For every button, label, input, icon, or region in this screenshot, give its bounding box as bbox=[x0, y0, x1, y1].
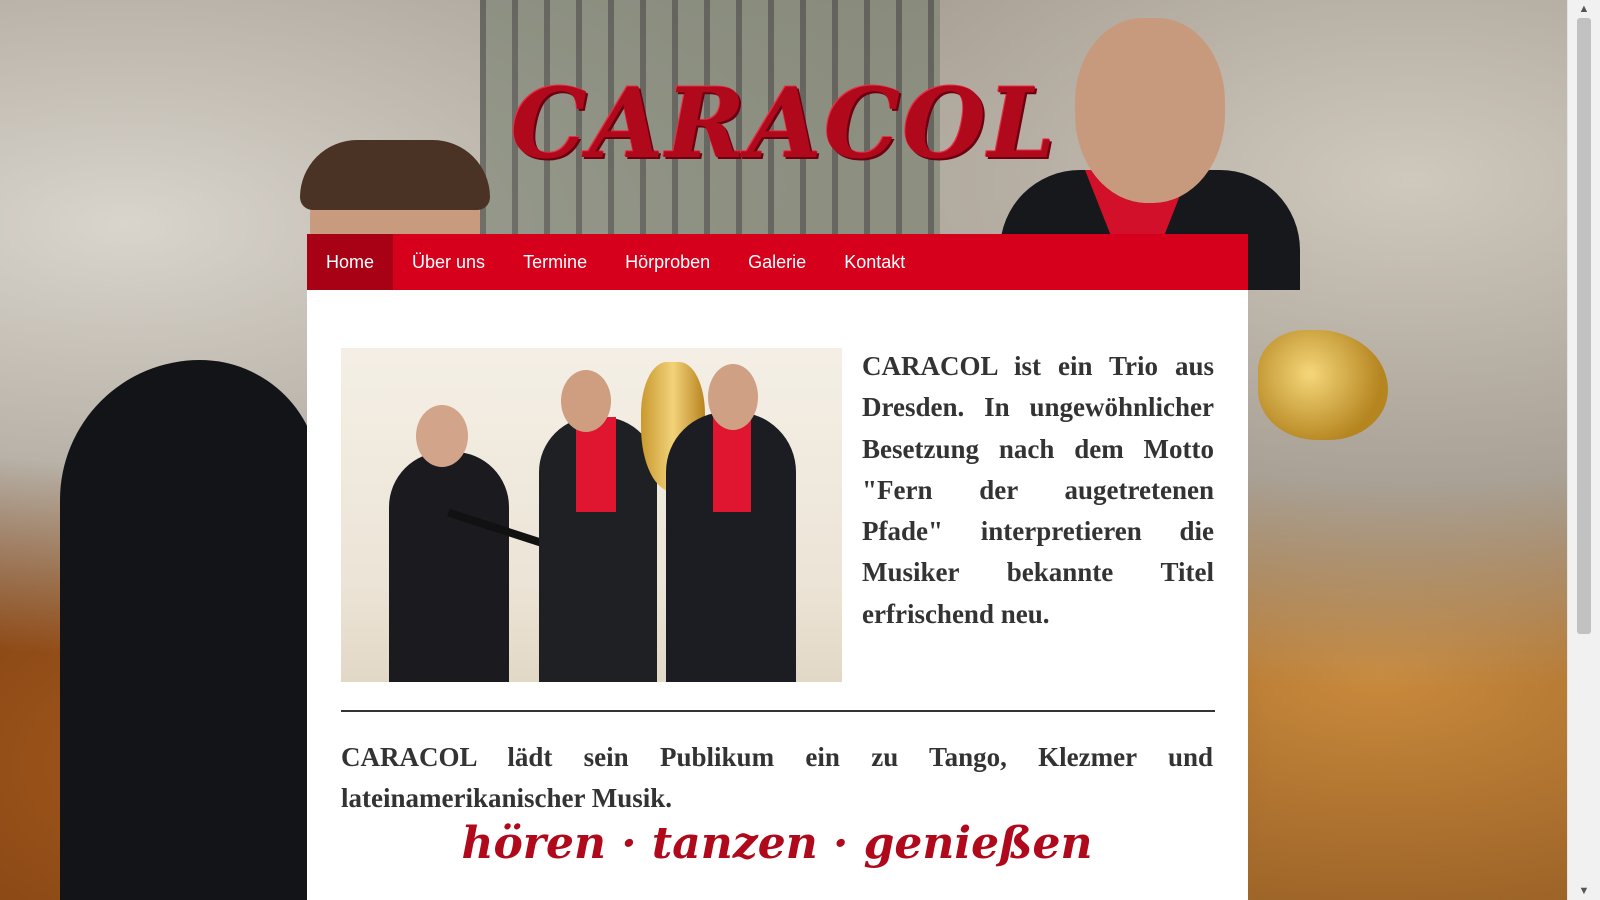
scroll-up-icon[interactable]: ▲ bbox=[1568, 0, 1600, 18]
band-member-1 bbox=[389, 452, 509, 682]
nav-item-termine[interactable]: Termine bbox=[504, 234, 606, 290]
page-scrollbar[interactable]: ▲ ▼ bbox=[1567, 0, 1600, 900]
intro-section: CARACOL ist ein Trio aus Dresden. In ung… bbox=[341, 348, 1214, 682]
main-nav: Home Über uns Termine Hörproben Galerie … bbox=[307, 234, 1248, 290]
band-member-3-head bbox=[708, 364, 758, 430]
nav-item-home[interactable]: Home bbox=[307, 234, 394, 290]
nav-item-kontakt[interactable]: Kontakt bbox=[825, 234, 924, 290]
nav-item-galerie[interactable]: Galerie bbox=[729, 234, 825, 290]
scrollbar-thumb[interactable] bbox=[1577, 18, 1591, 634]
lead-text: CARACOL lädt sein Publikum ein zu Tango,… bbox=[341, 742, 1213, 814]
section-divider bbox=[341, 710, 1215, 712]
main-content-panel: Home Über uns Termine Hörproben Galerie … bbox=[307, 234, 1248, 900]
site-logo[interactable]: CARACOL bbox=[0, 76, 1568, 172]
intro-text: CARACOL ist ein Trio aus Dresden. In ung… bbox=[862, 351, 1214, 629]
content-area: CARACOL ist ein Trio aus Dresden. In ung… bbox=[307, 290, 1248, 868]
band-member-2-head bbox=[561, 370, 611, 432]
background-person-left bbox=[60, 360, 320, 900]
background-saxophone bbox=[1258, 330, 1388, 440]
band-member-1-head bbox=[416, 405, 468, 467]
scroll-down-icon[interactable]: ▼ bbox=[1568, 882, 1600, 900]
nav-item-hoerproben[interactable]: Hörproben bbox=[606, 234, 729, 290]
band-photo bbox=[341, 348, 842, 682]
nav-item-ueber-uns[interactable]: Über uns bbox=[393, 234, 504, 290]
slogan: hören · tanzen · genießen bbox=[461, 817, 1093, 869]
